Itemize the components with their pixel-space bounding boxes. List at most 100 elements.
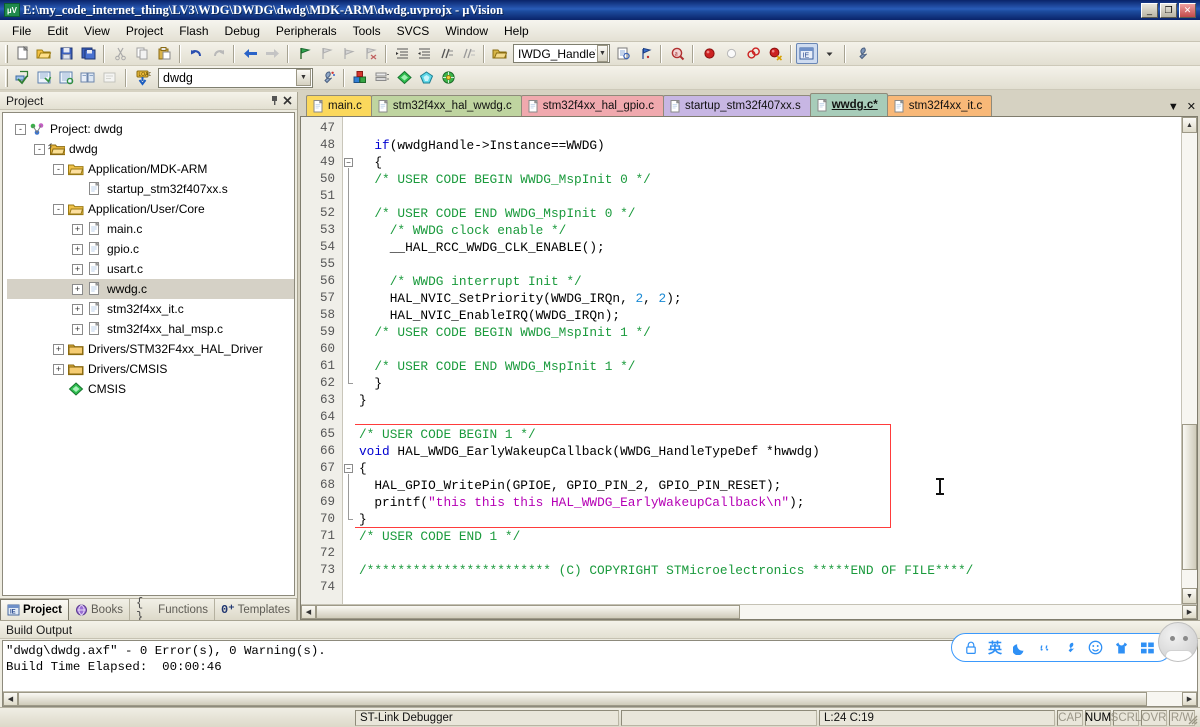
editor-tab-stm32f4xx-hal-wwdg-c[interactable]: stm32f4xx_hal_wwdg.c bbox=[370, 95, 522, 116]
tree-item-stm32f4xx-hal-msp-c[interactable]: + stm32f4xx_hal_msp.c bbox=[7, 319, 294, 339]
scroll-up-arrow[interactable]: ▲ bbox=[1182, 117, 1197, 133]
editor-tab-startup-stm32f407xx-s[interactable]: startup_stm32f407xx.s bbox=[663, 95, 811, 116]
close-icon[interactable]: ✕ bbox=[1187, 100, 1196, 113]
menu-window[interactable]: Window bbox=[437, 21, 496, 41]
batch-build-icon[interactable] bbox=[77, 67, 99, 88]
resize-grip[interactable] bbox=[1185, 712, 1199, 726]
target-options-icon[interactable] bbox=[317, 67, 339, 88]
kill-breakpoint-icon[interactable] bbox=[720, 43, 742, 64]
collapse-toggle-icon[interactable]: - bbox=[53, 203, 64, 215]
menu-peripherals[interactable]: Peripherals bbox=[268, 21, 345, 41]
find-in-files-icon[interactable] bbox=[612, 43, 634, 64]
emoji-icon[interactable] bbox=[1088, 640, 1103, 655]
undo-icon[interactable] bbox=[185, 43, 207, 64]
scroll-right-arrow[interactable]: ▶ bbox=[1182, 605, 1197, 619]
save-all-icon[interactable] bbox=[77, 43, 99, 64]
menu-help[interactable]: Help bbox=[496, 21, 537, 41]
punctuation-icon[interactable] bbox=[1038, 641, 1052, 655]
code-editor[interactable]: 47 48 49 50 51 52 53 54 55 56 57 58 59 60 61 62 63 64 65 66… bbox=[300, 116, 1198, 620]
expand-toggle-icon[interactable]: + bbox=[53, 363, 64, 375]
build-hscroll-track[interactable] bbox=[18, 692, 1182, 706]
bookmark-clear-icon[interactable] bbox=[359, 43, 381, 64]
skin-icon[interactable] bbox=[1114, 641, 1129, 655]
bookmark-next-icon[interactable] bbox=[337, 43, 359, 64]
tree-item-drivers-stm32f4xx-hal-driver[interactable]: + Drivers/STM32F4xx_HAL_Driver bbox=[7, 339, 294, 359]
fold-toggle-icon[interactable]: − bbox=[344, 464, 353, 473]
expand-toggle-icon[interactable]: + bbox=[72, 263, 83, 275]
tree-item-main-c[interactable]: + main.c bbox=[7, 219, 294, 239]
tree-item-startup-stm32f407xx-s[interactable]: startup_stm32f407xx.s bbox=[7, 179, 294, 199]
manage-runtime-icon[interactable] bbox=[349, 67, 371, 88]
chevron-down-icon[interactable]: ▼ bbox=[296, 69, 311, 86]
collapse-toggle-icon[interactable]: - bbox=[53, 163, 64, 175]
comment-icon[interactable] bbox=[435, 43, 457, 64]
tab-project[interactable]: IE Project bbox=[0, 599, 69, 620]
expand-toggle-icon[interactable]: + bbox=[72, 283, 83, 295]
outdent-icon[interactable] bbox=[413, 43, 435, 64]
toolbar-grip[interactable] bbox=[5, 68, 8, 87]
language-mode-icon[interactable]: 英 bbox=[988, 641, 1002, 655]
insert-breakpoint-icon[interactable] bbox=[698, 43, 720, 64]
back-icon[interactable] bbox=[239, 43, 261, 64]
bookmark-toggle-icon[interactable] bbox=[293, 43, 315, 64]
toolbar-grip[interactable] bbox=[5, 44, 8, 63]
menu-svcs[interactable]: SVCS bbox=[389, 21, 438, 41]
expand-toggle-icon[interactable]: + bbox=[72, 303, 83, 315]
open-project-icon[interactable] bbox=[489, 43, 511, 64]
code-folding-column[interactable]: − − bbox=[343, 117, 355, 604]
uncomment-icon[interactable] bbox=[457, 43, 479, 64]
moon-icon[interactable] bbox=[1013, 641, 1027, 655]
stop-build-icon[interactable] bbox=[99, 67, 121, 88]
code-text-area[interactable]: if(wwdgHandle->Instance==WWDG) { /* USER… bbox=[355, 117, 1181, 604]
chevron-down-icon[interactable]: ▼ bbox=[596, 45, 608, 62]
tree-item-application-mdk-arm[interactable]: - Application/MDK-ARM bbox=[7, 159, 294, 179]
expand-toggle-icon[interactable]: + bbox=[72, 223, 83, 235]
lock-icon[interactable] bbox=[965, 641, 977, 655]
menu-debug[interactable]: Debug bbox=[217, 21, 268, 41]
tree-item-gpio-c[interactable]: + gpio.c bbox=[7, 239, 294, 259]
editor-vertical-scrollbar[interactable]: ▲ ▼ bbox=[1181, 117, 1197, 604]
new-file-icon[interactable] bbox=[11, 43, 33, 64]
hscroll-thumb[interactable] bbox=[316, 605, 741, 619]
tree-item-application-user-core[interactable]: - Application/User/Core bbox=[7, 199, 294, 219]
tree-item-project-dwdg[interactable]: - Project: dwdg bbox=[7, 119, 294, 139]
configuration-wizard-icon[interactable] bbox=[415, 67, 437, 88]
cut-icon[interactable] bbox=[109, 43, 131, 64]
menu-file[interactable]: File bbox=[4, 21, 39, 41]
tab-templates[interactable]: 0⁺ Templates bbox=[215, 599, 297, 620]
editor-tab-wwdg-c[interactable]: wwdg.c* bbox=[809, 93, 888, 116]
menu-view[interactable]: View bbox=[76, 21, 118, 41]
expand-toggle-icon[interactable]: + bbox=[72, 323, 83, 335]
translate-icon[interactable] bbox=[11, 67, 33, 88]
chevron-down-icon[interactable]: ▼ bbox=[1168, 101, 1179, 113]
tree-item-cmsis[interactable]: CMSIS bbox=[7, 379, 294, 399]
tools-icon[interactable] bbox=[1063, 641, 1077, 655]
scroll-left-arrow[interactable]: ◀ bbox=[301, 605, 316, 619]
build-horizontal-scrollbar[interactable]: ◀ ▶ bbox=[3, 691, 1197, 706]
fold-toggle-icon[interactable]: − bbox=[344, 158, 353, 167]
customize-tools-icon[interactable] bbox=[850, 43, 872, 64]
tab-books[interactable]: Books bbox=[69, 599, 130, 620]
bookmark-prev-icon[interactable] bbox=[315, 43, 337, 64]
search-symbol-combo[interactable]: IWDG_HandleTypeD ▼ bbox=[513, 44, 610, 63]
bookmark-icon[interactable] bbox=[634, 43, 656, 64]
disable-breakpoint-icon[interactable] bbox=[742, 43, 764, 64]
tab-functions[interactable]: { } Functions bbox=[130, 596, 216, 624]
editor-horizontal-scrollbar[interactable]: ◀ ▶ bbox=[301, 604, 1197, 619]
collapse-toggle-icon[interactable]: - bbox=[15, 123, 26, 135]
keyboard-icon[interactable] bbox=[1140, 641, 1155, 655]
download-icon[interactable]: LOAD bbox=[131, 67, 153, 88]
tree-item-dwdg[interactable]: - dwdg bbox=[7, 139, 294, 159]
indent-icon[interactable] bbox=[391, 43, 413, 64]
menu-flash[interactable]: Flash bbox=[171, 21, 216, 41]
project-tree-scroll[interactable]: - Project: dwdg - dwdg - Application/MDK-ARM s… bbox=[2, 112, 295, 596]
tree-item-drivers-cmsis[interactable]: + Drivers/CMSIS bbox=[7, 359, 294, 379]
redo-icon[interactable] bbox=[207, 43, 229, 64]
manage-project-items-icon[interactable] bbox=[371, 67, 393, 88]
kill-all-breakpoints-icon[interactable] bbox=[764, 43, 786, 64]
paste-icon[interactable] bbox=[153, 43, 175, 64]
close-icon[interactable] bbox=[281, 94, 294, 107]
editor-tab-stm32f4xx-hal-gpio-c[interactable]: stm32f4xx_hal_gpio.c bbox=[520, 95, 665, 116]
tree-item-usart-c[interactable]: + usart.c bbox=[7, 259, 294, 279]
minimize-button[interactable]: _ bbox=[1141, 2, 1158, 18]
